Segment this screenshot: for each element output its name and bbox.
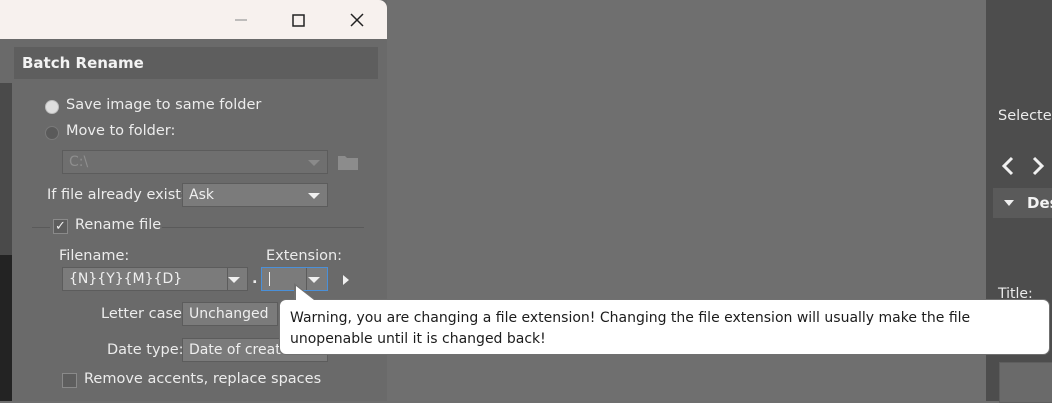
expand-arrow-icon[interactable] — [342, 274, 350, 286]
maximize-button[interactable] — [283, 8, 313, 32]
letter-case-label: Letter case: — [101, 306, 187, 322]
filename-label: Filename: — [59, 248, 130, 264]
chevron-down-icon — [308, 193, 320, 199]
folder-path-combo[interactable]: C:\ — [62, 150, 328, 174]
text-cursor — [269, 272, 270, 286]
folder-path-value: C:\ — [69, 154, 89, 170]
if-exists-combo[interactable]: Ask — [182, 183, 328, 207]
collapse-triangle-icon — [1004, 200, 1014, 206]
warning-tooltip: Warning, you are changing a file extensi… — [279, 299, 1050, 355]
if-exists-label: If file already exists: — [47, 187, 194, 203]
folder-icon[interactable] — [337, 153, 359, 171]
next-arrow-icon[interactable] — [1030, 156, 1046, 176]
letter-case-value: Unchanged — [189, 306, 269, 322]
radio-save-same-folder[interactable] — [45, 100, 59, 114]
group-divider-left — [32, 227, 50, 228]
extension-dot: . — [252, 271, 258, 287]
filename-combo[interactable]: {N}{Y}{M}{D} — [62, 267, 248, 291]
tooltip-text: Warning, you are changing a file extensi… — [290, 310, 971, 347]
letter-case-combo[interactable]: Unchanged — [182, 302, 278, 326]
close-icon — [350, 13, 364, 27]
maximize-icon — [291, 13, 305, 27]
save-same-folder-label: Save image to same folder — [66, 97, 262, 113]
minimize-button[interactable] — [226, 8, 256, 32]
description-section-header[interactable]: Des — [993, 188, 1052, 218]
rename-file-checkbox[interactable]: ✓ — [53, 219, 68, 234]
title-bar — [0, 0, 387, 39]
remove-accents-checkbox[interactable] — [62, 373, 77, 388]
extension-label: Extension: — [266, 248, 343, 264]
preview-strip-dark — [0, 255, 12, 401]
section-header: Batch Rename — [14, 47, 378, 79]
radio-move-to-folder[interactable] — [45, 126, 59, 140]
chevron-down-icon — [308, 160, 320, 166]
chevron-down-icon — [228, 277, 240, 283]
selected-label: Selectec — [998, 108, 1052, 124]
tooltip-tail-fill — [296, 286, 314, 300]
date-type-label: Date type: — [107, 342, 184, 358]
section-title: Des — [1027, 194, 1052, 212]
move-to-folder-label: Move to folder: — [66, 123, 176, 139]
prev-arrow-icon[interactable] — [1000, 156, 1016, 176]
close-button[interactable] — [342, 8, 372, 32]
title-field[interactable] — [999, 362, 1052, 403]
rename-file-label: Rename file — [75, 217, 162, 233]
minimize-icon — [235, 19, 247, 21]
filename-value: {N}{Y}{M}{D} — [69, 271, 183, 287]
group-divider-right — [162, 227, 364, 228]
if-exists-value: Ask — [189, 187, 214, 203]
date-type-value: Date of creati — [189, 342, 285, 358]
section-title: Batch Rename — [22, 54, 144, 72]
remove-accents-label: Remove accents, replace spaces — [84, 371, 322, 387]
